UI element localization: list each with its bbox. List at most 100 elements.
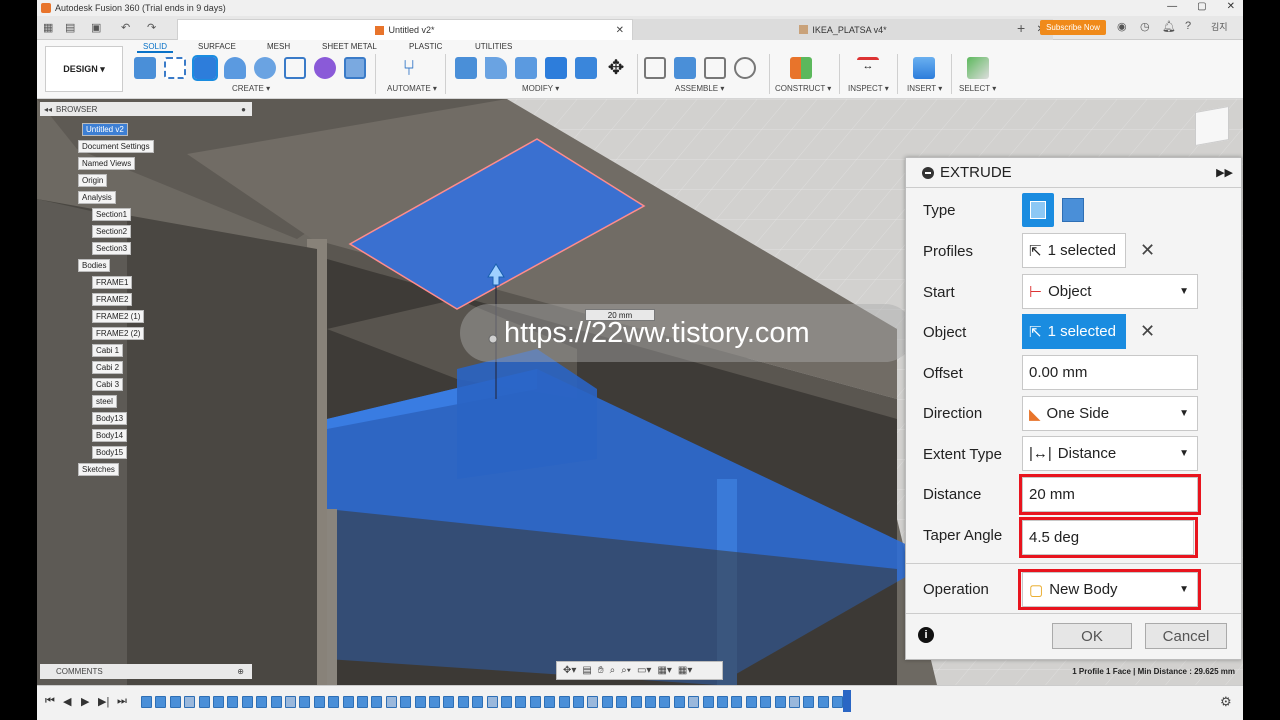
- subscribe-button[interactable]: Subscribe Now: [1040, 20, 1106, 35]
- as-built-joint-icon[interactable]: [704, 57, 726, 79]
- derive-icon[interactable]: [344, 57, 366, 79]
- profiles-selector[interactable]: ⇱ 1 selected: [1022, 233, 1126, 268]
- tab-ikea-platsa[interactable]: IKEA_PLATSA v4* ✕: [633, 19, 1053, 40]
- timeline-feature-icon[interactable]: [832, 696, 844, 708]
- assemble-menu[interactable]: ASSEMBLE ▾: [675, 84, 724, 93]
- inspect-menu[interactable]: INSPECT ▾: [848, 84, 889, 93]
- create-form-icon[interactable]: [314, 57, 336, 79]
- viewcube-icon[interactable]: [1195, 106, 1229, 146]
- tab-sheet-metal[interactable]: SHEET METAL: [322, 42, 377, 51]
- zoom-icon[interactable]: ⌕: [610, 665, 616, 676]
- timeline-feature-icon[interactable]: [486, 696, 498, 708]
- timeline-feature-icon[interactable]: [702, 696, 714, 708]
- timeline-feature-icon[interactable]: [285, 696, 296, 708]
- tree-body14[interactable]: Body14: [92, 429, 128, 442]
- timeline-feature-icon[interactable]: [256, 696, 268, 708]
- timeline-feature-icon[interactable]: [241, 696, 253, 708]
- look-at-icon[interactable]: ▤: [582, 665, 591, 676]
- timeline-feature-icon[interactable]: [313, 696, 325, 708]
- new-component-assemble-icon[interactable]: [644, 57, 666, 79]
- dimension-input[interactable]: 20 mm: [585, 309, 655, 321]
- play-icon[interactable]: ▶: [81, 695, 89, 708]
- timeline-feature-icon[interactable]: [342, 696, 354, 708]
- tree-analysis[interactable]: Analysis: [78, 191, 116, 204]
- timeline-feature-icon[interactable]: [616, 696, 628, 708]
- revolve-icon[interactable]: [224, 57, 246, 79]
- timeline-feature-icon[interactable]: [198, 696, 210, 708]
- timeline-feature-icon[interactable]: [745, 696, 757, 708]
- tree-bodies[interactable]: Bodies: [78, 259, 111, 272]
- extensions-icon[interactable]: ◉: [1117, 20, 1127, 33]
- joint-origin-icon[interactable]: [734, 57, 756, 79]
- tab-utilities[interactable]: UTILITIES: [475, 42, 512, 51]
- new-tab-icon[interactable]: +: [1017, 20, 1025, 36]
- timeline-feature-icon[interactable]: [371, 696, 383, 708]
- timeline-feature-icon[interactable]: [155, 696, 167, 708]
- timeline-feature-icon[interactable]: [630, 696, 642, 708]
- display-settings-icon[interactable]: ▭▾: [637, 665, 651, 676]
- clear-profiles-icon[interactable]: ✕: [1140, 240, 1155, 261]
- timeline-feature-icon[interactable]: [501, 696, 512, 708]
- tree-body15[interactable]: Body15: [92, 446, 128, 459]
- close-tab-icon[interactable]: ✕: [616, 25, 624, 36]
- close-window-icon[interactable]: ✕: [1227, 1, 1235, 12]
- timeline-settings-icon[interactable]: ⚙: [1220, 694, 1232, 710]
- timeline-feature-icon[interactable]: [659, 696, 671, 708]
- fillet-icon[interactable]: [485, 57, 507, 79]
- pattern-icon[interactable]: [284, 57, 306, 79]
- timeline-feature-icon[interactable]: [357, 696, 368, 708]
- tree-section2[interactable]: Section2: [92, 225, 132, 238]
- extrude-icon[interactable]: [192, 55, 218, 81]
- file-icon[interactable]: ▤: [65, 21, 75, 34]
- step-back-icon[interactable]: ◀: [63, 695, 71, 708]
- offset-plane-icon[interactable]: [790, 57, 812, 79]
- clear-object-icon[interactable]: ✕: [1140, 321, 1155, 342]
- timeline-feature-icon[interactable]: [385, 696, 397, 708]
- automate-icon[interactable]: ⑂: [398, 57, 420, 79]
- timeline-feature-icon[interactable]: [213, 696, 224, 708]
- expand-dialog-icon[interactable]: ▶▶: [1216, 166, 1233, 179]
- save-icon[interactable]: ▣: [91, 21, 101, 34]
- shell-icon[interactable]: [545, 57, 567, 79]
- apps-grid-icon[interactable]: ▦: [43, 21, 53, 34]
- tree-body13[interactable]: Body13: [92, 412, 128, 425]
- start-dropdown[interactable]: ⊢ Object ▼: [1022, 274, 1198, 309]
- timeline-feature-icon[interactable]: [760, 696, 772, 708]
- viewports-icon[interactable]: ▦▾: [678, 665, 692, 676]
- pan-icon[interactable]: ✋︎: [598, 665, 604, 676]
- timeline-feature-icon[interactable]: [774, 696, 786, 708]
- tab-surface[interactable]: SURFACE: [198, 42, 236, 51]
- go-to-start-icon[interactable]: ⏮: [45, 695, 55, 708]
- tree-frame2-1[interactable]: FRAME2 (1): [92, 310, 145, 323]
- modify-menu[interactable]: MODIFY ▾: [522, 84, 559, 93]
- info-icon[interactable]: i: [918, 627, 934, 643]
- new-component-icon[interactable]: [134, 57, 156, 79]
- tree-cabi3[interactable]: Cabi 3: [92, 378, 124, 391]
- hole-icon[interactable]: [254, 57, 276, 79]
- chamfer-icon[interactable]: [515, 57, 537, 79]
- grid-icon[interactable]: ▦▾: [657, 665, 671, 676]
- measure-icon[interactable]: ↔: [857, 57, 879, 79]
- timeline-feature-icon[interactable]: [400, 696, 412, 708]
- collapse-dialog-icon[interactable]: [922, 166, 934, 179]
- timeline-feature-icon[interactable]: [429, 696, 440, 708]
- tree-frame1[interactable]: FRAME1: [92, 276, 133, 289]
- timeline-feature-icon[interactable]: [414, 696, 426, 708]
- insert-image-icon[interactable]: [913, 57, 935, 79]
- timeline-feature-icon[interactable]: [573, 696, 584, 708]
- tree-section1[interactable]: Section1: [92, 208, 132, 221]
- tree-frame2[interactable]: FRAME2: [92, 293, 133, 306]
- select-menu[interactable]: SELECT ▾: [959, 84, 996, 93]
- maximize-icon[interactable]: ▢: [1197, 1, 1206, 12]
- tree-origin[interactable]: Origin: [78, 174, 108, 187]
- timeline-feature-icon[interactable]: [817, 696, 829, 708]
- press-pull-icon[interactable]: [455, 57, 477, 79]
- extrude-header[interactable]: EXTRUDE ▶▶: [906, 158, 1241, 188]
- timeline-feature-icon[interactable]: [515, 696, 527, 708]
- timeline-feature-icon[interactable]: [328, 696, 340, 708]
- automate-menu[interactable]: AUTOMATE ▾: [387, 84, 437, 93]
- timeline-feature-icon[interactable]: [803, 696, 815, 708]
- tree-root[interactable]: Untitled v2: [82, 123, 128, 136]
- timeline-feature-icon[interactable]: [731, 696, 743, 708]
- construct-menu[interactable]: CONSTRUCT ▾: [775, 84, 831, 93]
